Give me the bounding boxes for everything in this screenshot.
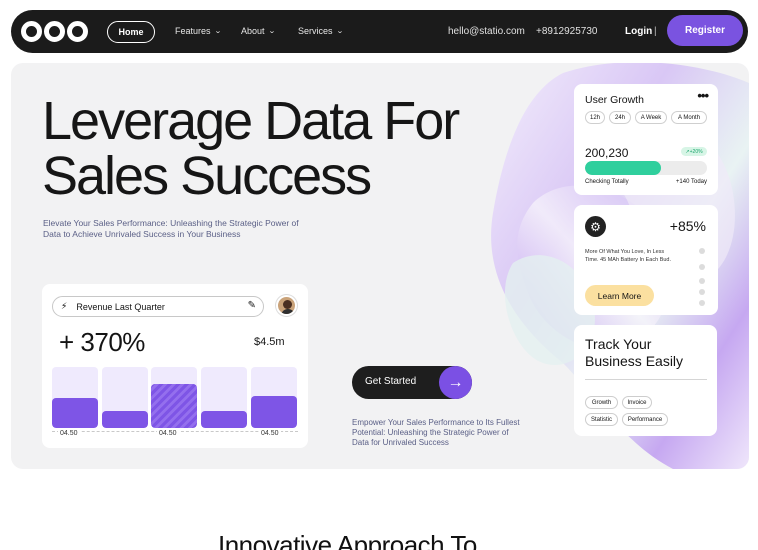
pagination-dots[interactable]	[699, 248, 705, 306]
revenue-bar-fill	[201, 410, 247, 428]
growth-badge-text: +20%	[689, 148, 703, 155]
revenue-card: ⚡︎ Revenue Last Quarter ✎ + 370% $4.5m 0…	[42, 284, 308, 448]
pencil-icon[interactable]: ✎	[248, 300, 256, 311]
section-heading: Innovative Approach To	[218, 530, 477, 550]
revenue-bar-fill	[102, 410, 148, 428]
nav-item-about[interactable]: About ⌄	[241, 26, 276, 36]
user-growth-card: User Growth ••• 12h 24h A Week A Month 2…	[574, 84, 718, 195]
chevron-down-icon: ⌄	[213, 27, 222, 35]
filter-chip-24h[interactable]: 24h	[609, 111, 631, 124]
nav-item-features[interactable]: Features ⌄	[175, 26, 222, 36]
tag-statistic[interactable]: Statistic	[585, 413, 618, 426]
lightning-icon: ⚡︎	[61, 301, 68, 311]
growth-badge: ↗ +20%	[681, 147, 707, 156]
revenue-bar	[201, 367, 247, 428]
revenue-bar	[151, 367, 197, 428]
revenue-label: Revenue Last Quarter	[76, 301, 165, 312]
avatar[interactable]	[276, 295, 297, 316]
logo[interactable]	[21, 21, 88, 42]
user-growth-progress	[585, 161, 707, 175]
filter-chip-week[interactable]: A Week	[635, 111, 667, 124]
revenue-label-field[interactable]: ⚡︎ Revenue Last Quarter ✎	[52, 296, 264, 317]
nav-item-label: About	[241, 26, 265, 36]
nav-separator: |	[654, 26, 657, 37]
revenue-bar-fill	[251, 395, 297, 428]
nav-item-label: Services	[298, 26, 333, 36]
nav-item-label: Features	[175, 26, 211, 36]
divider	[585, 379, 707, 380]
track-title-line1: Track Your	[585, 336, 652, 352]
promo-text: More Of What You Love, In Less Time. 45 …	[585, 249, 672, 263]
revenue-amount: $4.5m	[254, 336, 285, 348]
revenue-bar	[251, 367, 297, 428]
more-options-icon[interactable]: •••	[697, 88, 709, 103]
headline-line1: Leverage Data For	[42, 91, 460, 151]
checking-label: Checking Totally	[585, 179, 629, 185]
tag-growth[interactable]: Growth	[585, 396, 618, 409]
user-growth-title: User Growth	[585, 94, 644, 106]
nav-home-button[interactable]: Home	[107, 21, 155, 43]
revenue-bar	[102, 367, 148, 428]
hero-headline: Leverage Data For Sales Success	[42, 91, 460, 206]
revenue-bar-fill	[151, 384, 197, 428]
revenue-bar-fill	[52, 397, 98, 428]
revenue-bar	[52, 367, 98, 428]
hero-subheading: Elevate Your Sales Performance: Unleashi…	[43, 218, 299, 239]
revenue-percent: + 370%	[59, 327, 145, 357]
bar-axis-label: 04.50	[157, 430, 179, 437]
chevron-down-icon: ⌄	[267, 27, 276, 35]
today-label: +140 Today	[675, 179, 707, 185]
bar-axis-label: 04.50	[58, 430, 80, 437]
get-started-button[interactable]: Get Started →	[352, 366, 472, 399]
login-link[interactable]: Login	[625, 26, 652, 37]
promo-card: ⚙ +85% More Of What You Love, In Less Ti…	[574, 205, 718, 315]
register-button[interactable]: Register	[667, 15, 743, 46]
cta-description: Empower Your Sales Performance to Its Fu…	[352, 418, 520, 447]
user-growth-value: 200,230	[585, 146, 629, 160]
get-started-label: Get Started	[365, 376, 417, 387]
top-navbar: Home Features ⌄ About ⌄ Services ⌄ hello…	[11, 10, 748, 53]
headline-line2: Sales Success	[42, 146, 372, 206]
promo-value: +85%	[669, 218, 706, 234]
nav-email-link[interactable]: hello@statio.com	[448, 26, 525, 37]
tag-performance[interactable]: Performance	[622, 413, 668, 426]
nav-phone-link[interactable]: +8912925730	[536, 26, 597, 37]
filter-chip-12h[interactable]: 12h	[585, 111, 605, 124]
track-title: Track Your Business Easily	[585, 336, 683, 370]
track-title-line2: Business Easily	[585, 353, 684, 369]
nav-item-services[interactable]: Services ⌄	[298, 26, 344, 36]
gear-icon: ⚙	[585, 216, 606, 237]
learn-more-button[interactable]: Learn More	[585, 285, 654, 306]
arrow-right-icon: →	[439, 366, 472, 399]
track-business-card: Track Your Business Easily Growth Invoic…	[574, 325, 717, 436]
hero-section: Leverage Data For Sales Success Elevate …	[11, 63, 749, 469]
filter-chip-month[interactable]: A Month	[671, 111, 707, 124]
tag-invoice[interactable]: Invoice	[622, 396, 652, 409]
progress-fill	[585, 161, 661, 175]
bar-axis-label: 04.50	[259, 430, 281, 437]
chevron-down-icon: ⌄	[335, 27, 344, 35]
